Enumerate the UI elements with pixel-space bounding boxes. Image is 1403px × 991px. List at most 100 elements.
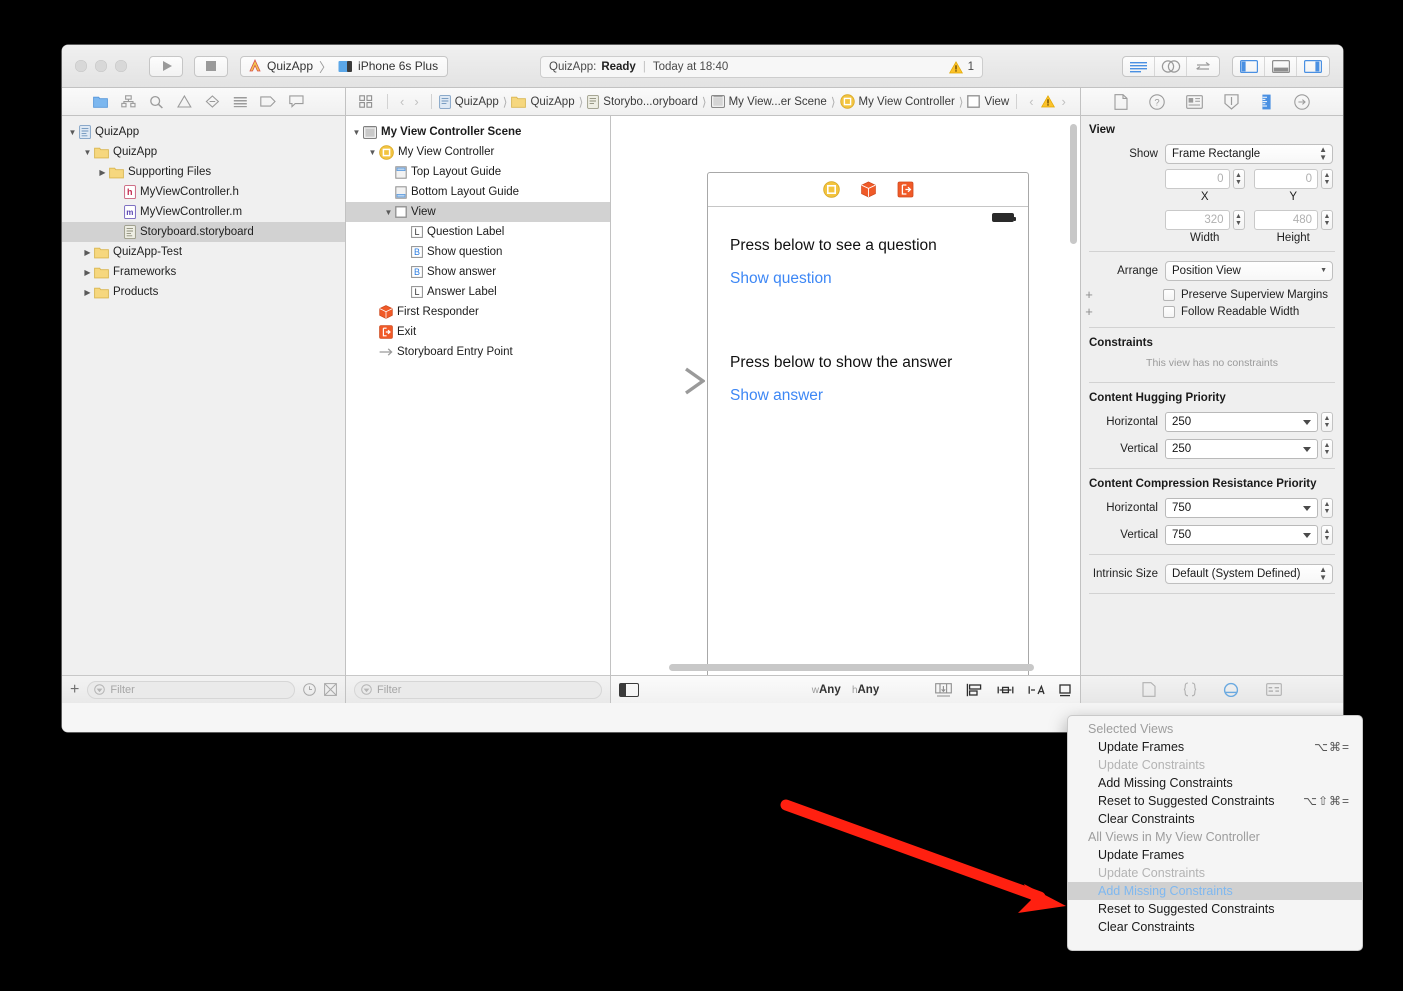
scheme-destination-control[interactable]: QuizApp 〉 iPhone 6s Plus <box>240 56 448 77</box>
disclosure-triangle[interactable]: ▼ <box>382 208 395 217</box>
viewcontroller-icon[interactable] <box>823 181 840 198</box>
identity-inspector-icon[interactable] <box>1186 95 1203 109</box>
toggle-navigator-button[interactable] <box>1233 57 1265 76</box>
minimize-button[interactable] <box>95 60 107 72</box>
width-stepper[interactable]: ▲▼ <box>1233 210 1245 230</box>
inspector-selector-bar[interactable]: ? <box>1081 88 1343 115</box>
panel-toggle-group[interactable] <box>1232 56 1330 77</box>
tree-row[interactable]: LAnswer Label <box>346 282 610 302</box>
breakpoint-navigator-tab[interactable] <box>254 88 282 116</box>
storyboard-canvas[interactable]: Press below to see a question Show quest… <box>611 116 1080 675</box>
hugging-vertical-combo[interactable]: 250 <box>1165 439 1318 459</box>
canvas-horizontal-scrollbar[interactable] <box>669 664 1034 671</box>
compression-vertical-stepper[interactable]: ▲▼ <box>1321 525 1333 545</box>
align-icon[interactable] <box>966 683 983 697</box>
embed-in-icon[interactable] <box>935 683 952 697</box>
tree-row[interactable]: ▼QuizApp <box>62 122 345 142</box>
show-answer-button[interactable]: Show answer <box>730 387 823 405</box>
width-field[interactable]: 320 <box>1165 210 1230 230</box>
height-field[interactable]: 480 <box>1254 210 1319 230</box>
hugging-vertical-stepper[interactable]: ▲▼ <box>1321 439 1333 459</box>
issue-navigator-tab[interactable] <box>170 88 198 116</box>
disclosure-triangle[interactable]: ▶ <box>96 168 109 177</box>
object-library-icon[interactable] <box>1223 682 1239 697</box>
add-preserve-margins-button[interactable]: + <box>1081 287 1097 302</box>
menu-item[interactable]: Update Frames⌥⌘= <box>1068 738 1362 756</box>
menu-item[interactable]: Clear Constraints <box>1068 918 1362 936</box>
breadcrumb-item-viewcontroller[interactable]: My View Controller <box>840 94 955 109</box>
hugging-horizontal-combo[interactable]: 250 <box>1165 412 1318 432</box>
library-selector-bar[interactable] <box>1081 675 1343 703</box>
tree-row[interactable]: hMyViewController.h <box>62 182 345 202</box>
update-frames-icon[interactable] <box>1059 683 1072 697</box>
navigator-filter-input[interactable]: Filter <box>87 681 295 699</box>
breadcrumb-item-project[interactable]: QuizApp <box>439 95 499 109</box>
quick-help-icon[interactable]: ? <box>1149 94 1165 110</box>
breadcrumb-item-group[interactable]: QuizApp <box>511 95 574 108</box>
compression-horizontal-combo[interactable]: 750 <box>1165 498 1318 518</box>
jumpbar-forward-button[interactable]: › <box>409 94 423 109</box>
breadcrumb-item-scene[interactable]: My View...er Scene <box>711 95 827 108</box>
follow-readable-checkbox[interactable] <box>1163 306 1175 318</box>
jumpbar-back-button[interactable]: ‹ <box>395 94 409 109</box>
warning-indicator[interactable]: 1 <box>949 61 974 74</box>
breadcrumb-item-view[interactable]: View <box>967 95 1009 108</box>
assistant-editor-button[interactable] <box>1155 57 1187 76</box>
y-stepper[interactable]: ▲▼ <box>1321 169 1333 189</box>
disclosure-triangle[interactable]: ▶ <box>81 288 94 297</box>
preserve-margins-row[interactable]: + Preserve Superview Margins <box>1081 286 1343 303</box>
disclosure-triangle[interactable]: ▼ <box>350 128 363 137</box>
source-control-icon[interactable] <box>324 683 337 696</box>
outline-filter-input[interactable]: Filter <box>354 681 602 699</box>
disclosure-triangle[interactable]: ▼ <box>81 148 94 157</box>
debug-navigator-tab[interactable] <box>226 88 254 116</box>
tree-row[interactable]: ▼My View Controller <box>346 142 610 162</box>
standard-editor-button[interactable] <box>1123 57 1155 76</box>
toggle-document-outline-icon[interactable] <box>619 683 639 697</box>
menu-item[interactable]: Clear Constraints <box>1068 810 1362 828</box>
tree-row[interactable]: mMyViewController.m <box>62 202 345 222</box>
symbol-navigator-tab[interactable] <box>114 88 142 116</box>
project-navigator-tab[interactable] <box>86 88 114 116</box>
intrinsic-size-popup[interactable]: Default (System Defined) ▲▼ <box>1165 564 1333 584</box>
project-tree[interactable]: ▼QuizApp▼QuizApp▶Supporting FileshMyView… <box>62 116 345 675</box>
question-label[interactable]: Press below to see a question <box>730 237 937 255</box>
outline-tree[interactable]: ▼My View Controller Scene▼My View Contro… <box>346 116 610 675</box>
test-navigator-tab[interactable] <box>198 88 226 116</box>
tree-row[interactable]: Storyboard Entry Point <box>346 342 610 362</box>
clock-icon[interactable] <box>303 683 316 696</box>
related-items-button[interactable] <box>352 88 380 115</box>
disclosure-triangle[interactable]: ▶ <box>81 268 94 277</box>
first-responder-icon[interactable] <box>860 181 877 198</box>
scene-dock[interactable] <box>708 173 1028 207</box>
tree-row[interactable]: ▼My View Controller Scene <box>346 122 610 142</box>
connections-inspector-icon[interactable] <box>1294 94 1310 110</box>
navigator-selector-bar[interactable] <box>62 88 346 115</box>
attributes-inspector-icon[interactable] <box>1224 94 1239 110</box>
menu-item[interactable]: Reset to Suggested Constraints⌥⇧⌘= <box>1068 792 1362 810</box>
tree-row[interactable]: First Responder <box>346 302 610 322</box>
tree-row[interactable]: ▶Products <box>62 282 345 302</box>
toggle-inspector-button[interactable] <box>1297 57 1329 76</box>
size-inspector-icon[interactable] <box>1260 94 1273 110</box>
auto-layout-context-menu[interactable]: Selected ViewsUpdate Frames⌥⌘=Update Con… <box>1067 715 1363 951</box>
menu-item-highlighted[interactable]: Add Missing Constraints <box>1068 882 1362 900</box>
tree-row[interactable]: Bottom Layout Guide <box>346 182 610 202</box>
exit-icon[interactable] <box>897 181 914 198</box>
media-library-icon[interactable] <box>1266 683 1282 696</box>
traffic-lights[interactable] <box>75 60 127 72</box>
menu-item[interactable]: Update Frames <box>1068 846 1362 864</box>
warning-icon[interactable] <box>1041 95 1055 108</box>
tree-row[interactable]: ▼View <box>346 202 610 222</box>
zoom-button[interactable] <box>115 60 127 72</box>
tree-row[interactable]: Storyboard.storyboard <box>62 222 345 242</box>
tree-row[interactable]: BShow question <box>346 242 610 262</box>
report-navigator-tab[interactable] <box>282 88 310 116</box>
run-button[interactable] <box>149 56 183 77</box>
add-file-button[interactable]: + <box>70 682 79 698</box>
tree-row[interactable]: Top Layout Guide <box>346 162 610 182</box>
x-stepper[interactable]: ▲▼ <box>1233 169 1245 189</box>
disclosure-triangle[interactable]: ▼ <box>66 128 79 137</box>
stop-button[interactable] <box>194 56 228 77</box>
compression-horizontal-stepper[interactable]: ▲▼ <box>1321 498 1333 518</box>
